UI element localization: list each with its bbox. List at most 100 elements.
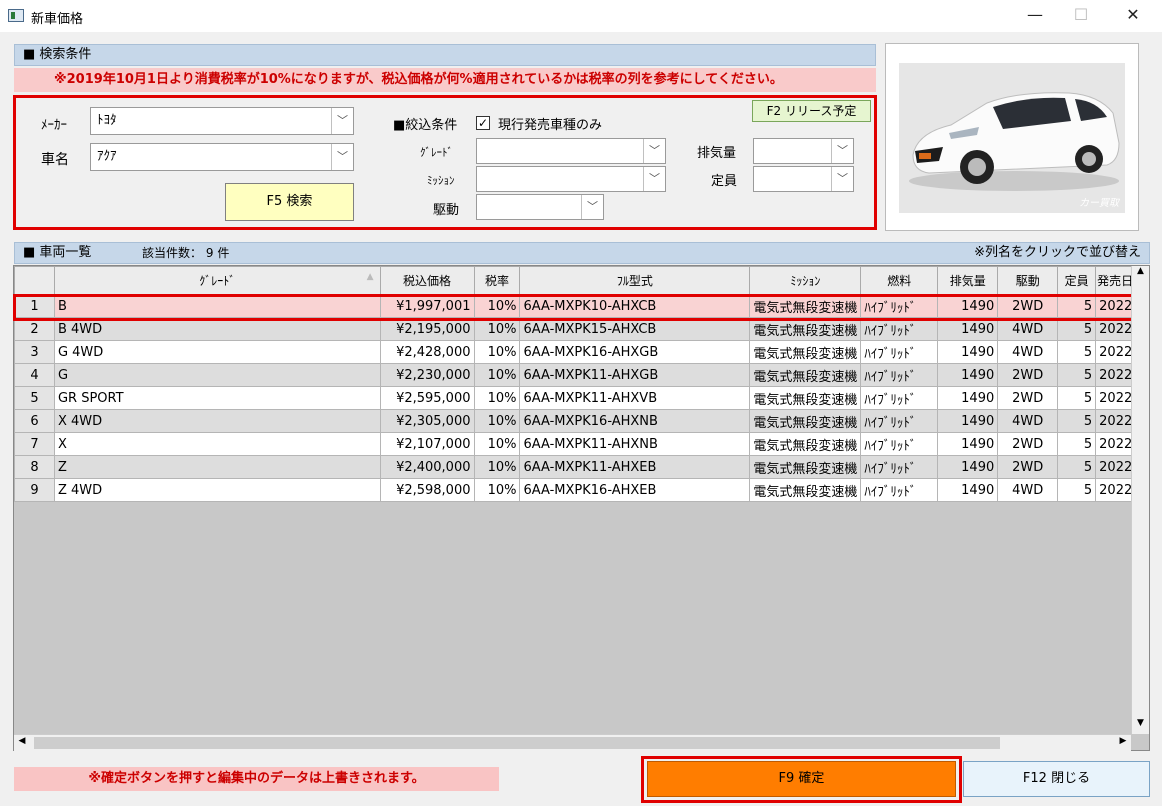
capacity-cell[interactable]: 5: [1057, 294, 1097, 318]
close-window-button[interactable]: ✕: [1110, 0, 1156, 32]
grade-cell[interactable]: X 4WD: [53, 409, 381, 433]
close-button[interactable]: F12 閉じる: [963, 761, 1150, 797]
release-schedule-button[interactable]: F2 リリース予定: [752, 100, 871, 122]
capacity-cell[interactable]: 5: [1057, 386, 1097, 410]
vehicle-grid[interactable]: ｸﾞﾚｰﾄﾞ ▲ 税込価格 税率 ﾌﾙ型式 ﾐｯｼｮﾝ 燃料 排気量 駆動 定員…: [13, 265, 1150, 751]
drive-cell[interactable]: 2WD: [997, 363, 1059, 387]
capacity-cell[interactable]: 5: [1057, 317, 1097, 341]
drive-cell[interactable]: 2WD: [997, 294, 1059, 318]
displacement-cell[interactable]: 1490: [937, 294, 999, 318]
full-model-cell[interactable]: 6AA-MXPK11-AHXEB: [519, 455, 751, 479]
table-row[interactable]: 2B 4WD ¥2,195,000 10% 6AA-MXPK15-AHXCB 電気式無段…: [14, 317, 1149, 341]
price-cell[interactable]: ¥2,195,000: [379, 317, 475, 341]
tax-rate-cell[interactable]: 10%: [473, 294, 521, 318]
fuel-cell[interactable]: ﾊｲﾌﾞﾘｯﾄﾞ: [860, 340, 939, 364]
drive-select[interactable]: ﹀: [476, 194, 604, 220]
drive-cell[interactable]: 2WD: [997, 455, 1059, 479]
fuel-cell[interactable]: ﾊｲﾌﾞﾘｯﾄﾞ: [860, 409, 939, 433]
grade-cell[interactable]: Z 4WD: [53, 478, 381, 502]
tax-rate-cell[interactable]: 10%: [473, 478, 521, 502]
chevron-down-icon[interactable]: ﹀: [581, 195, 603, 219]
capacity-cell[interactable]: 5: [1057, 409, 1097, 433]
full-model-cell[interactable]: 6AA-MXPK11-AHXVB: [519, 386, 751, 410]
full-model-cell[interactable]: 6AA-MXPK16-AHXEB: [519, 478, 751, 502]
tax-rate-cell[interactable]: 10%: [473, 455, 521, 479]
capacity-select[interactable]: ﹀: [753, 166, 854, 192]
mission-cell[interactable]: 電気式無段変速機: [749, 432, 862, 456]
full-model-cell[interactable]: 6AA-MXPK11-AHXNB: [519, 432, 751, 456]
chevron-down-icon[interactable]: ﹀: [831, 139, 853, 163]
fuel-cell[interactable]: ﾊｲﾌﾞﾘｯﾄﾞ: [860, 455, 939, 479]
column-header-tax-rate[interactable]: 税率: [473, 266, 521, 295]
fuel-cell[interactable]: ﾊｲﾌﾞﾘｯﾄﾞ: [860, 432, 939, 456]
table-row[interactable]: 9Z 4WD ¥2,598,000 10% 6AA-MXPK16-AHXEB 電気式無段…: [14, 478, 1149, 502]
full-model-cell[interactable]: 6AA-MXPK16-AHXGB: [519, 340, 751, 364]
drive-cell[interactable]: 4WD: [997, 478, 1059, 502]
horizontal-scroll-thumb[interactable]: [34, 737, 1000, 749]
grade-cell[interactable]: G: [53, 363, 381, 387]
row-number[interactable]: 6: [14, 409, 55, 433]
displacement-cell[interactable]: 1490: [937, 432, 999, 456]
grade-cell[interactable]: X: [53, 432, 381, 456]
row-number[interactable]: 4: [14, 363, 55, 387]
tax-rate-cell[interactable]: 10%: [473, 363, 521, 387]
column-header-drive[interactable]: 駆動: [997, 266, 1059, 295]
fuel-cell[interactable]: ﾊｲﾌﾞﾘｯﾄﾞ: [860, 294, 939, 318]
column-header-price[interactable]: 税込価格: [379, 266, 475, 295]
grade-cell[interactable]: B 4WD: [53, 317, 381, 341]
row-number[interactable]: 2: [14, 317, 55, 341]
full-model-cell[interactable]: 6AA-MXPK11-AHXGB: [519, 363, 751, 387]
displacement-cell[interactable]: 1490: [937, 363, 999, 387]
capacity-cell[interactable]: 5: [1057, 432, 1097, 456]
displacement-cell[interactable]: 1490: [937, 317, 999, 341]
tax-rate-cell[interactable]: 10%: [473, 317, 521, 341]
scroll-down-icon[interactable]: ▼: [1132, 718, 1149, 734]
capacity-cell[interactable]: 5: [1057, 340, 1097, 364]
full-model-cell[interactable]: 6AA-MXPK16-AHXNB: [519, 409, 751, 433]
tax-rate-cell[interactable]: 10%: [473, 409, 521, 433]
table-row[interactable]: 4 G ¥2,230,000 10% 6AA-MXPK11-AHXGB 電気式無段変速機ﾊ…: [14, 363, 1149, 387]
column-header-capacity[interactable]: 定員: [1057, 266, 1097, 295]
tax-rate-cell[interactable]: 10%: [473, 386, 521, 410]
capacity-cell[interactable]: 5: [1057, 363, 1097, 387]
full-model-cell[interactable]: 6AA-MXPK15-AHXCB: [519, 317, 751, 341]
row-number[interactable]: 5: [14, 386, 55, 410]
horizontal-scrollbar[interactable]: ◀ ▶: [14, 734, 1131, 751]
drive-cell[interactable]: 4WD: [997, 409, 1059, 433]
fuel-cell[interactable]: ﾊｲﾌﾞﾘｯﾄﾞ: [860, 386, 939, 410]
row-number[interactable]: 9: [14, 478, 55, 502]
column-header-mission[interactable]: ﾐｯｼｮﾝ: [749, 266, 862, 295]
mission-cell[interactable]: 電気式無段変速機: [749, 455, 862, 479]
scroll-left-icon[interactable]: ◀: [14, 736, 30, 746]
current-only-checkbox[interactable]: ✓: [476, 116, 490, 130]
table-row[interactable]: 6X 4WD ¥2,305,000 10% 6AA-MXPK16-AHXNB 電気式無段…: [14, 409, 1149, 433]
displacement-cell[interactable]: 1490: [937, 409, 999, 433]
full-model-cell[interactable]: 6AA-MXPK10-AHXCB: [519, 294, 751, 318]
chevron-down-icon[interactable]: ﹀: [331, 108, 353, 134]
search-button[interactable]: F5 検索: [225, 183, 354, 221]
chevron-down-icon[interactable]: ﹀: [643, 167, 665, 191]
minimize-button[interactable]: —: [1012, 0, 1058, 32]
scroll-up-icon[interactable]: ▲: [1132, 266, 1149, 282]
price-cell[interactable]: ¥2,598,000: [379, 478, 475, 502]
mission-cell[interactable]: 電気式無段変速機: [749, 363, 862, 387]
tax-rate-cell[interactable]: 10%: [473, 340, 521, 364]
price-cell[interactable]: ¥2,595,000: [379, 386, 475, 410]
tax-rate-cell[interactable]: 10%: [473, 432, 521, 456]
mission-cell[interactable]: 電気式無段変速機: [749, 409, 862, 433]
fuel-cell[interactable]: ﾊｲﾌﾞﾘｯﾄﾞ: [860, 478, 939, 502]
table-row[interactable]: 7 X ¥2,107,000 10% 6AA-MXPK11-AHXNB 電気式無段変速機ﾊ…: [14, 432, 1149, 456]
name-select[interactable]: ｱｸｱ ﹀: [90, 143, 354, 171]
chevron-down-icon[interactable]: ﹀: [331, 144, 353, 170]
displacement-select[interactable]: ﹀: [753, 138, 854, 164]
mission-cell[interactable]: 電気式無段変速機: [749, 317, 862, 341]
capacity-cell[interactable]: 5: [1057, 455, 1097, 479]
row-number[interactable]: 7: [14, 432, 55, 456]
grade-select[interactable]: ﹀: [476, 138, 666, 164]
drive-cell[interactable]: 4WD: [997, 317, 1059, 341]
column-header-full-model[interactable]: ﾌﾙ型式: [519, 266, 751, 295]
price-cell[interactable]: ¥2,428,000: [379, 340, 475, 364]
grade-cell[interactable]: Z: [53, 455, 381, 479]
grade-cell[interactable]: B: [53, 294, 381, 318]
table-row[interactable]: 8 Z ¥2,400,000 10% 6AA-MXPK11-AHXEB 電気式無段変速機ﾊ…: [14, 455, 1149, 479]
